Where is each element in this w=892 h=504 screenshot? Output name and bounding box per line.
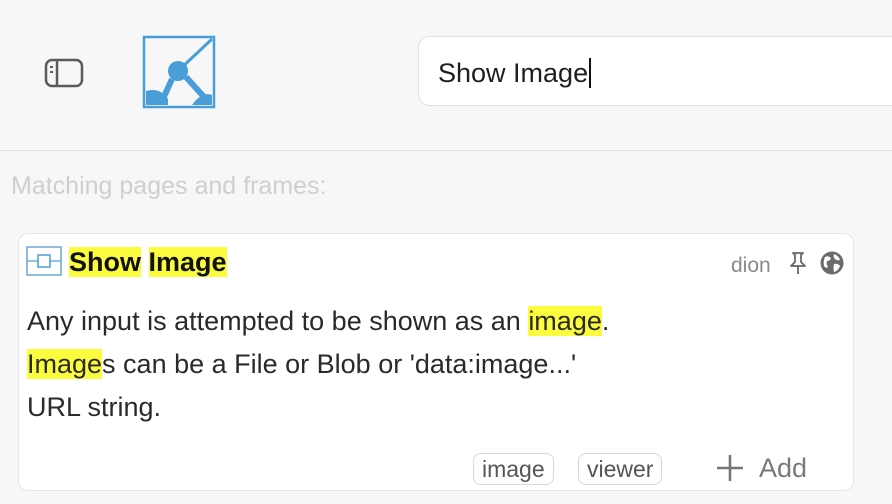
text-segment [141,247,149,277]
top-bar: Show Image [0,0,892,151]
plus-icon [717,455,743,481]
author-name[interactable]: dion [731,254,771,278]
description-line: Any input is attempted to be shown as an… [27,300,747,343]
pin-icon[interactable] [787,250,809,276]
results-heading: Matching pages and frames: [11,172,327,200]
text-segment: Any input is attempted to be shown as an [27,306,529,336]
tag-image[interactable]: image [473,453,554,485]
highlighted-match: Image [148,247,227,277]
result-card[interactable]: Show Image dion Any input is attempted t… [18,233,854,491]
search-input[interactable]: Show Image [418,36,892,106]
sidebar-toggle-icon [44,58,84,88]
text-caret [589,58,592,88]
globe-icon[interactable] [819,250,845,276]
add-tag-label: Add [759,452,808,483]
text-segment: URL string. [27,392,162,422]
app-logo[interactable] [142,35,216,109]
result-description: Any input is attempted to be shown as an… [27,300,747,429]
highlighted-match: image [528,306,602,336]
add-tag-button[interactable]: Add [715,450,807,486]
frame-icon [26,246,62,276]
text-segment: s can be a File or Blob or 'data:image..… [102,349,577,379]
result-title[interactable]: Show Image [69,246,227,278]
sidebar-toggle-button[interactable] [40,54,88,92]
highlighted-match: Show [69,247,141,277]
description-line: URL string. [27,386,747,429]
description-line: Images can be a File or Blob or 'data:im… [27,343,747,386]
highlighted-match: Image [27,349,103,379]
text-segment: . [601,306,610,336]
tag-viewer[interactable]: viewer [578,453,663,485]
search-input-value: Show Image [438,58,592,88]
